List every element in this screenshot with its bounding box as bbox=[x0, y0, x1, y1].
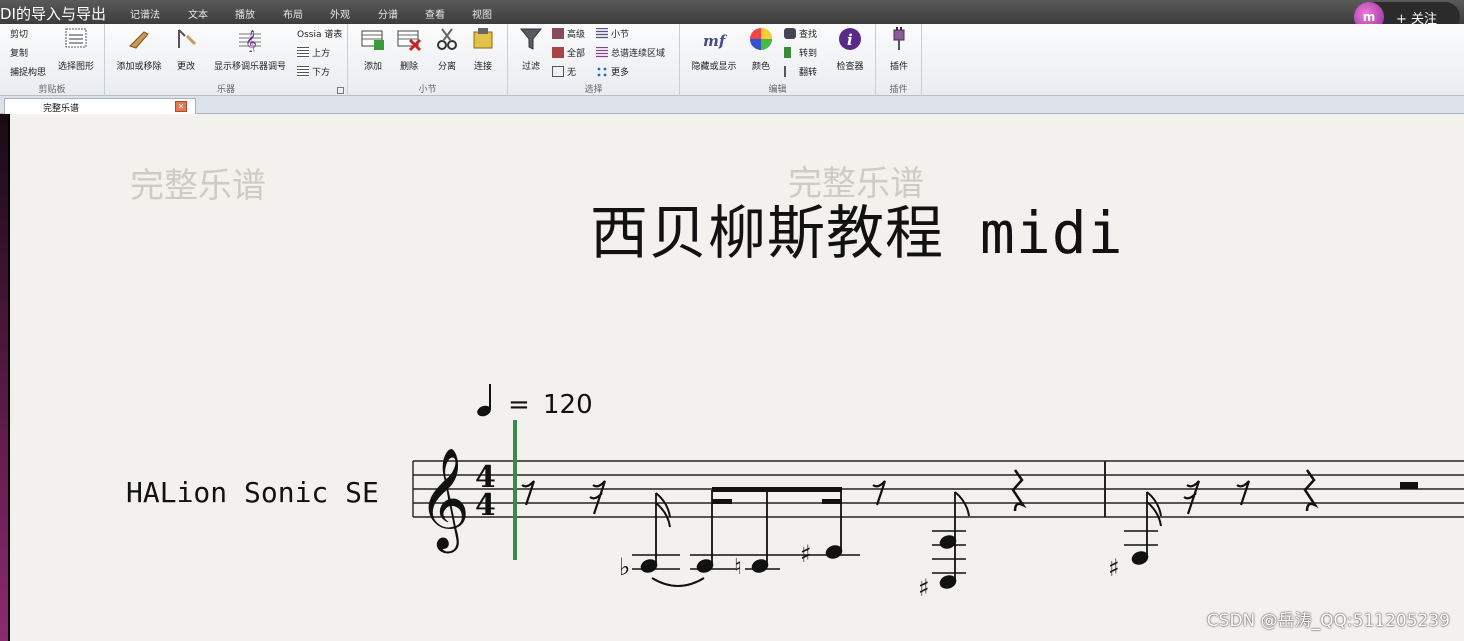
instrument-name[interactable]: HALion Sonic SE bbox=[126, 476, 379, 509]
tempo-value[interactable]: 120 bbox=[543, 390, 593, 420]
quarter-rest-m2 bbox=[1303, 469, 1319, 512]
eighth-rest-2 bbox=[872, 480, 887, 506]
credit-watermark: CSDN @岳涛_QQ:511205239 bbox=[1206, 611, 1450, 631]
sharp-accidental: ♯ bbox=[1108, 554, 1120, 582]
eighth-chord[interactable]: ♯ bbox=[918, 491, 970, 602]
eighth-rest bbox=[521, 480, 536, 506]
tempo-equals: = bbox=[508, 390, 530, 420]
sixteenth-rest bbox=[589, 480, 607, 515]
sixteenth-rest-m2 bbox=[1183, 480, 1201, 515]
quarter-note-tempo-icon bbox=[477, 384, 491, 417]
staff-svg[interactable]: 𝄞 4 4 ♭ ♮ ♯ ♯ ♯ bbox=[0, 0, 1464, 641]
treble-clef: 𝄞 bbox=[418, 446, 470, 554]
time-signature-bottom: 4 bbox=[475, 488, 496, 523]
sixteenth-note-m2[interactable]: ♯ bbox=[1108, 491, 1162, 582]
sharp-accidental: ♯ bbox=[918, 574, 930, 602]
quarter-rest bbox=[1011, 469, 1027, 512]
note-group-beamed[interactable]: ♭ ♮ ♯ bbox=[619, 487, 860, 587]
natural-accidental: ♮ bbox=[734, 555, 742, 580]
time-signature: 4 4 bbox=[475, 460, 496, 523]
sharp-accidental: ♯ bbox=[800, 540, 812, 568]
eighth-rest-m2 bbox=[1236, 480, 1251, 506]
flat-accidental: ♭ bbox=[619, 553, 630, 581]
half-rest bbox=[1400, 482, 1418, 489]
